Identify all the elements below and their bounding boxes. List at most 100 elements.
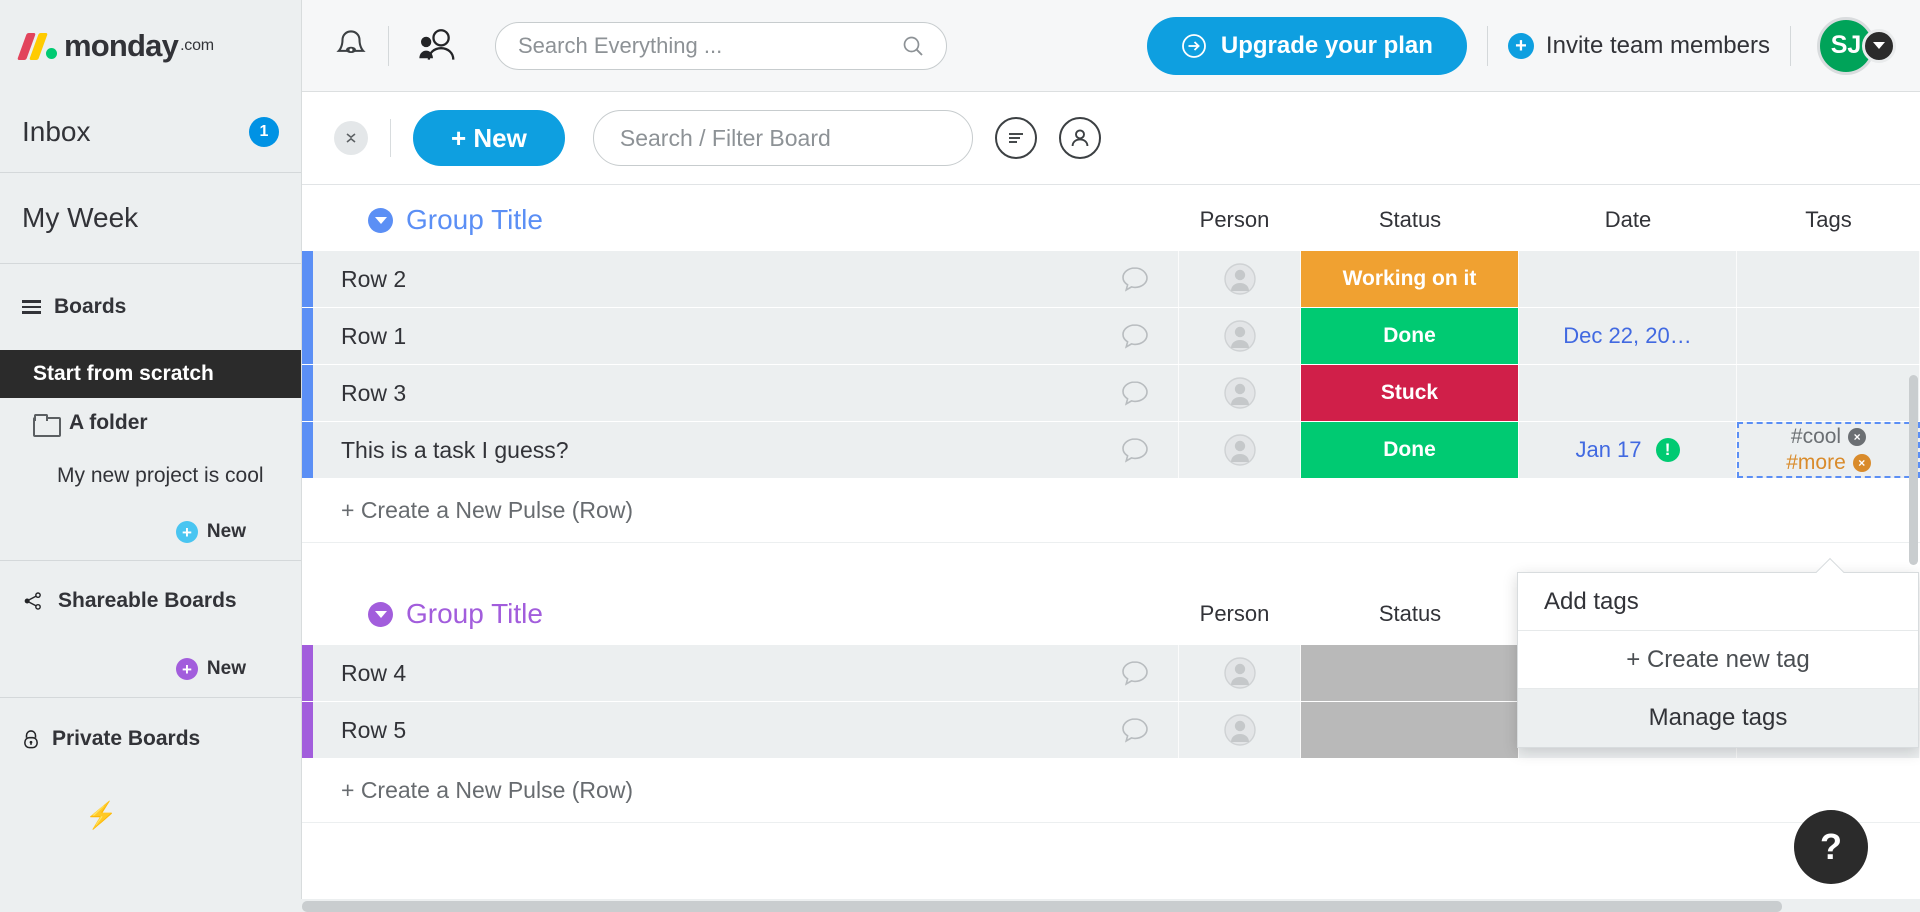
monday-logo[interactable]: monday .com (0, 0, 301, 92)
sidebar-section-boards[interactable]: Boards (0, 264, 301, 350)
person-cell[interactable] (1179, 308, 1301, 364)
status-cell[interactable]: Working on it (1301, 251, 1519, 307)
row-name-cell[interactable]: Row 2 (313, 251, 1179, 307)
sidebar-section-shareable-boards[interactable]: Shareable Boards (0, 561, 301, 641)
person-placeholder-icon (1220, 710, 1260, 750)
notifications-bell-icon[interactable] (334, 27, 368, 65)
vertical-scrollbar[interactable] (1909, 375, 1918, 565)
comment-icon[interactable] (1120, 436, 1150, 464)
row-name-cell[interactable]: This is a task I guess? (313, 422, 1179, 478)
row-name-cell[interactable]: Row 5 (313, 702, 1179, 758)
person-filter-button[interactable] (1058, 117, 1101, 159)
search-icon (902, 35, 924, 57)
status-cell[interactable] (1301, 645, 1519, 701)
row-name-cell[interactable]: Row 4 (313, 645, 1179, 701)
date-cell[interactable]: Dec 22, 20… (1519, 308, 1737, 364)
project-label: My new project is cool (57, 464, 264, 487)
global-search-input[interactable]: Search Everything ... (495, 21, 947, 70)
status-cell[interactable] (1301, 702, 1519, 758)
folder-label: A folder (69, 411, 148, 434)
date-cell[interactable] (1519, 251, 1737, 307)
sidebar-item-inbox[interactable]: Inbox 1 (0, 92, 301, 172)
group-collapse-icon[interactable] (368, 601, 393, 627)
new-item-button[interactable]: + New (413, 110, 565, 166)
person-cell[interactable] (1179, 702, 1301, 758)
remove-tag-icon[interactable]: × (1852, 454, 1871, 472)
status-cell[interactable]: Done (1301, 308, 1519, 364)
group-collapse-icon[interactable] (368, 207, 393, 233)
help-button[interactable]: ? (1794, 810, 1868, 884)
group-header[interactable]: Group Title Person Status Date Tags (302, 189, 1920, 251)
create-new-tag-label: + Create new tag (1626, 645, 1810, 673)
new-board-button[interactable]: + New (0, 504, 301, 560)
comment-icon[interactable] (1120, 379, 1150, 407)
status-cell[interactable]: Done (1301, 422, 1519, 478)
status-cell[interactable]: Stuck (1301, 365, 1519, 421)
create-pulse-row[interactable]: + Create a New Pulse (Row) (302, 759, 1920, 823)
comment-icon[interactable] (1120, 322, 1150, 350)
tags-cell[interactable] (1737, 365, 1920, 421)
create-pulse-row[interactable]: + Create a New Pulse (Row) (302, 479, 1920, 543)
my-week-label: My Week (22, 202, 139, 233)
row-accent (302, 251, 313, 307)
row-name: Row 5 (341, 716, 407, 743)
sidebar-section-private-boards[interactable]: Private Boards (0, 698, 301, 780)
column-header-status: Status (1378, 601, 1442, 626)
comment-icon[interactable] (1120, 265, 1150, 293)
top-navigation-bar: Search Everything ... Upgrade your plan … (302, 0, 1920, 92)
row-name-cell[interactable]: Row 1 (313, 308, 1179, 364)
person-cell[interactable] (1179, 365, 1301, 421)
comment-icon[interactable] (1120, 659, 1150, 687)
person-placeholder-icon (1220, 373, 1260, 413)
table-row[interactable]: This is a task I guess? Done Jan 17 ! #c… (302, 422, 1920, 479)
board-search-placeholder: Search / Filter Board (619, 124, 831, 151)
user-menu[interactable]: SJ (1817, 16, 1896, 75)
row-name-cell[interactable]: Row 3 (313, 365, 1179, 421)
collapse-toggle-button[interactable] (334, 121, 368, 155)
group-title[interactable]: Group Title (406, 598, 543, 630)
invite-team-members-button[interactable]: + Invite team members (1507, 31, 1770, 60)
invite-label: Invite team members (1545, 31, 1770, 59)
tags-dropdown[interactable]: Add tags + Create new tag Manage tags (1517, 557, 1919, 748)
chevron-down-icon[interactable] (1862, 28, 1896, 63)
comment-icon[interactable] (1120, 716, 1150, 744)
row-name: Row 2 (341, 265, 407, 292)
tag-item[interactable]: #more × (1786, 451, 1871, 475)
tag-item[interactable]: #cool × (1791, 425, 1867, 449)
board-content: Group Title Person Status Date Tags Row … (302, 185, 1920, 912)
remove-tag-icon[interactable]: × (1848, 428, 1867, 446)
board-search-input[interactable]: Search / Filter Board (592, 110, 973, 166)
hamburger-icon (22, 300, 41, 314)
person-cell[interactable] (1179, 422, 1301, 478)
date-cell[interactable]: Jan 17 ! (1519, 422, 1737, 478)
new-shareable-board-button[interactable]: + New (0, 641, 301, 697)
table-row[interactable]: Row 2 Working on it (302, 251, 1920, 308)
upgrade-plan-button[interactable]: Upgrade your plan (1146, 16, 1467, 75)
group-title[interactable]: Group Title (406, 204, 543, 236)
person-placeholder-icon (1220, 316, 1260, 356)
filter-button[interactable] (994, 117, 1037, 159)
team-members-icon[interactable] (415, 27, 459, 65)
table-row[interactable]: Row 1 Done Dec 22, 20… (302, 308, 1920, 365)
create-new-tag-button[interactable]: + Create new tag (1518, 631, 1918, 689)
person-cell[interactable] (1179, 251, 1301, 307)
sidebar-item-project[interactable]: My new project is cool (0, 448, 301, 504)
inbox-badge: 1 (249, 117, 279, 147)
global-search-placeholder: Search Everything ... (518, 32, 723, 58)
group-1: Group Title Person Status Date Tags Row … (302, 189, 1920, 543)
sidebar-item-folder[interactable]: A folder (0, 398, 301, 448)
column-header-status: Status (1378, 207, 1442, 232)
table-row[interactable]: Row 3 Stuck (302, 365, 1920, 422)
person-cell[interactable] (1179, 645, 1301, 701)
automations-button[interactable]: ⚡ (0, 780, 301, 850)
tags-cell[interactable] (1737, 308, 1920, 364)
horizontal-scrollbar[interactable] (302, 901, 1782, 912)
active-board-label: Start from scratch (33, 362, 214, 385)
add-tags-input[interactable]: Add tags (1518, 573, 1918, 631)
sidebar-item-my-week[interactable]: My Week (0, 173, 301, 263)
tags-cell[interactable] (1737, 251, 1920, 307)
manage-tags-button[interactable]: Manage tags (1518, 689, 1918, 747)
date-cell[interactable] (1519, 365, 1737, 421)
tags-cell-selected[interactable]: #cool × #more × (1737, 422, 1920, 478)
sidebar-item-start-from-scratch[interactable]: Start from scratch (0, 350, 301, 398)
